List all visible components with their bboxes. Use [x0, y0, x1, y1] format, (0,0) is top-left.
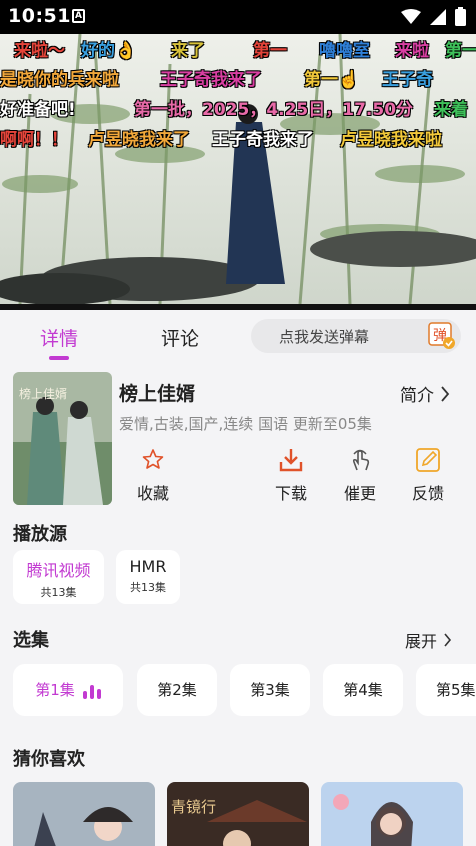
chevron-right-icon [441, 385, 450, 402]
danmaku-comment: 来啦 [395, 41, 429, 61]
chevron-right-icon [444, 633, 452, 647]
feedback-label: 反馈 [411, 484, 444, 503]
danmaku-comment: 王子奇 [382, 70, 433, 90]
favorite-label: 收藏 [136, 484, 169, 503]
feedback-button[interactable]: 反馈 [398, 446, 458, 504]
recommend-title: 猜你喜欢 [13, 749, 85, 770]
episode-5[interactable]: 第5集 [416, 664, 476, 716]
urge-update-label: 催更 [343, 484, 376, 503]
active-tab-indicator [49, 356, 69, 360]
recommend-card[interactable] [13, 782, 155, 846]
status-bar: 10:51 A [0, 0, 476, 34]
recommend-card[interactable] [321, 782, 463, 846]
status-time: 10:51 [8, 5, 71, 27]
episode-label: 第5集 [436, 681, 476, 699]
download-icon [279, 449, 303, 472]
episode-label: 第4集 [343, 681, 383, 699]
sources-title: 播放源 [13, 524, 67, 545]
show-poster[interactable]: 榜上佳婿 [13, 372, 112, 505]
episode-label: 第2集 [157, 681, 197, 699]
download-button[interactable]: 下载 [261, 446, 321, 504]
intro-label: 简介 [400, 386, 434, 406]
episode-4[interactable]: 第4集 [323, 664, 403, 716]
star-icon [142, 449, 164, 469]
recommend-card-title: 青镜行 [171, 798, 216, 816]
tab-comments[interactable]: 评论 [161, 324, 199, 351]
danmaku-comment: 卢昱晓我来啦 [340, 130, 442, 150]
danmaku-comment: 卢昱晓我来了 [88, 130, 190, 150]
signal-icon [430, 8, 446, 25]
danmaku-comment: 好的👌 [81, 41, 137, 61]
system-icons [401, 7, 466, 26]
danmaku-comment: 来着 [434, 100, 468, 120]
download-label: 下载 [274, 484, 307, 503]
danmaku-comment: 第一 [253, 41, 287, 61]
notification-a-icon: A [72, 9, 85, 23]
danmaku-comment: 王子奇我来了 [160, 70, 262, 90]
danmaku-toggle-icon[interactable]: 弹 [428, 322, 455, 349]
source-hmr[interactable]: HMR 共13集 [116, 550, 180, 604]
expand-episodes-button[interactable]: 展开 [405, 628, 452, 652]
source-count: 共13集 [130, 581, 166, 594]
video-player[interactable]: 来啦～ 好的👌 来了 第一 嚕嚕室 来啦 第一 是晓你的兵来啦 王子奇我来了 第… [0, 34, 476, 304]
danmaku-input[interactable]: 点我发送弹幕 弹 [251, 319, 461, 353]
episode-label: 第1集 [35, 681, 75, 699]
danmaku-comment: 第一☝️ [304, 70, 360, 90]
detail-tabs-bar: 详情 评论 点我发送弹幕 弹 [0, 310, 476, 366]
wifi-icon [401, 8, 421, 24]
source-name: HMR [129, 557, 167, 576]
urge-update-button[interactable]: 催更 [330, 446, 390, 504]
danmaku-comment: 是晓你的兵来啦 [0, 70, 119, 90]
source-count: 共13集 [40, 586, 77, 599]
expand-label: 展开 [405, 632, 438, 651]
episode-3[interactable]: 第3集 [230, 664, 310, 716]
hand-tap-icon [352, 449, 370, 471]
episodes-title: 选集 [13, 630, 49, 651]
episode-label: 第3集 [250, 681, 290, 699]
show-title: 榜上佳婿 [119, 383, 196, 405]
danmaku-comment: 王子奇我来了 [212, 130, 314, 150]
recommend-card[interactable]: 青镜行 [167, 782, 309, 846]
edit-icon [416, 448, 440, 472]
poster-title-text: 榜上佳婿 [19, 386, 67, 401]
danmaku-comment: 啊啊！！ [0, 130, 68, 150]
playing-indicator-icon [82, 683, 101, 699]
source-tencent[interactable]: 腾讯视频 共13集 [13, 550, 104, 604]
favorite-button[interactable]: 收藏 [123, 446, 183, 504]
source-name: 腾讯视频 [26, 561, 91, 580]
battery-icon [455, 7, 466, 26]
danmaku-comment: 第一批，2025，4.25日，17.50分 [134, 100, 414, 120]
danmaku-input-placeholder: 点我发送弹幕 [279, 328, 370, 346]
show-meta: 爱情,古装,国产,连续 国语 更新至05集 [119, 415, 372, 433]
danmaku-comment: 来啦～ [14, 41, 65, 61]
tab-details[interactable]: 详情 [40, 324, 78, 351]
intro-link[interactable]: 简介 [400, 381, 450, 406]
episode-2[interactable]: 第2集 [137, 664, 217, 716]
danmaku-comment: 来了 [171, 41, 205, 61]
episode-1[interactable]: 第1集 [13, 664, 123, 716]
danmaku-comment: 嚕嚕室 [319, 41, 370, 61]
danmaku-comment: 第一 [445, 41, 476, 61]
danmaku-comment: 好准备吧! [0, 100, 76, 120]
